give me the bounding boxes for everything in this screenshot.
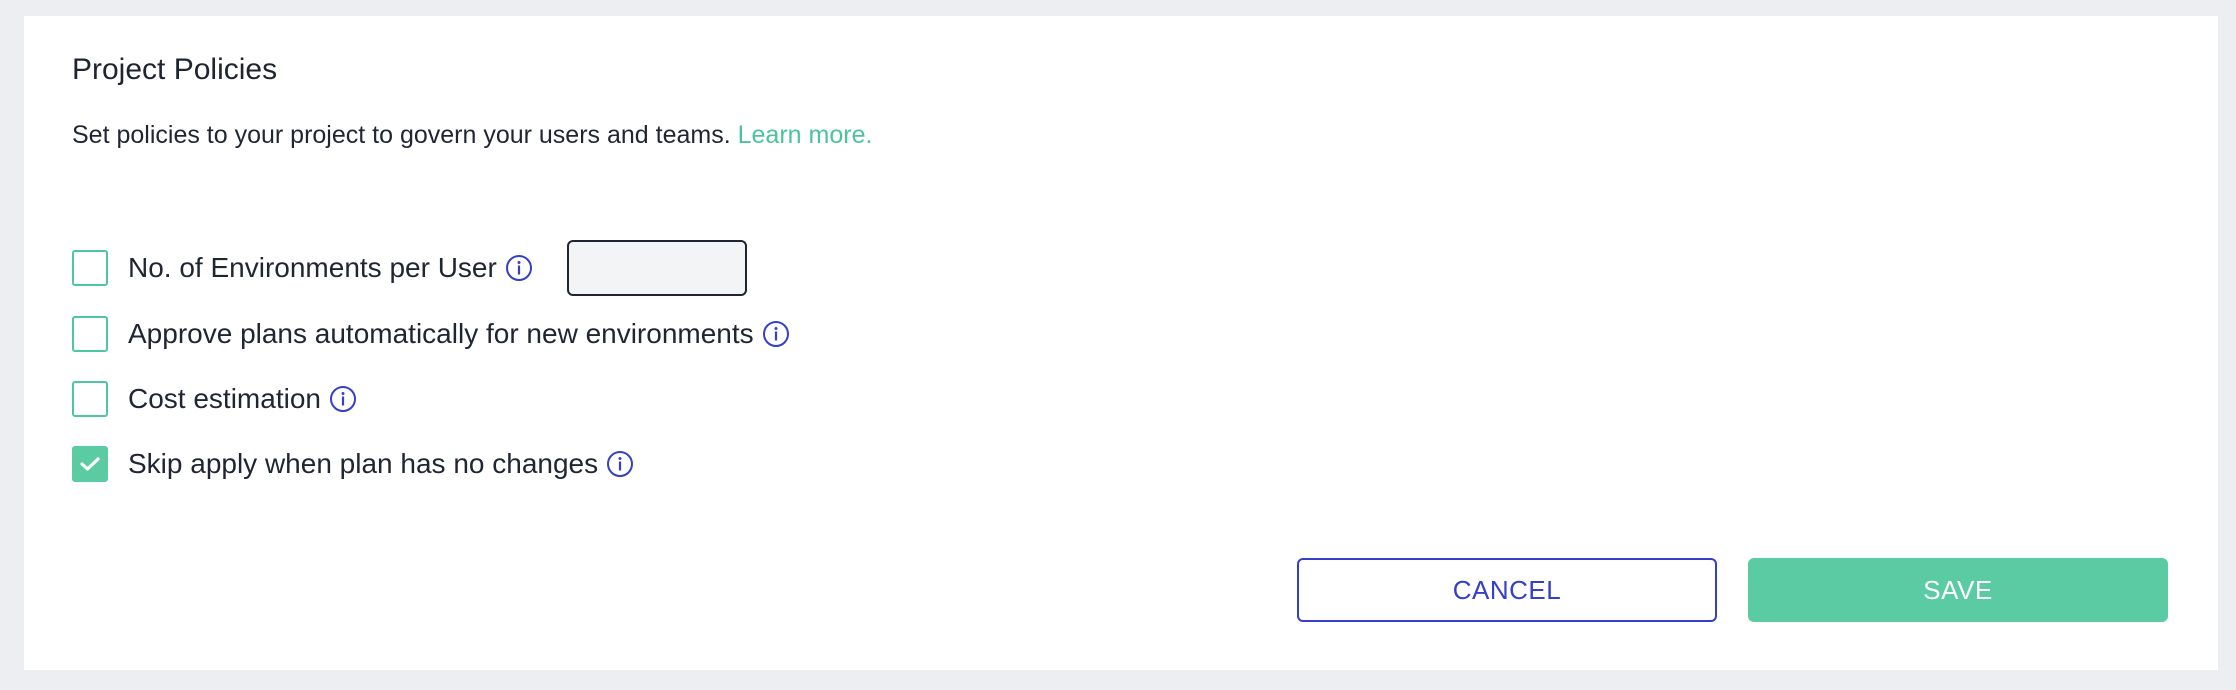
policy-auto-approve-plans: Approve plans automatically for new envi… [72,313,790,355]
learn-more-link[interactable]: Learn more. [738,121,873,149]
info-icon[interactable] [606,450,634,478]
project-policies-card: Project Policies Set policies to your pr… [24,16,2218,670]
save-button[interactable]: SAVE [1748,558,2168,622]
policy-label: Skip apply when plan has no changes [128,448,599,479]
info-icon[interactable] [329,385,357,413]
environments-per-user-input[interactable] [566,240,747,296]
policy-cost-estimation: Cost estimation [72,378,357,420]
checkmark-icon [80,457,100,471]
policy-checkbox-auto-approve-plans[interactable] [72,316,108,352]
info-icon[interactable] [505,254,533,282]
policy-checkbox-environments-per-user[interactable] [72,250,108,286]
policies-description: Set policies to your project to govern y… [72,120,872,150]
page-title: Project Policies [72,53,278,86]
policy-environments-per-user: No. of Environments per User [72,240,747,296]
policy-label: Approve plans automatically for new envi… [128,318,754,349]
info-icon[interactable] [762,320,790,348]
policy-label: Cost estimation [128,383,321,414]
description-text: Set policies to your project to govern y… [72,121,731,149]
policy-checkbox-cost-estimation[interactable] [72,381,108,417]
policy-checkbox-skip-apply-no-changes[interactable] [72,446,108,482]
policy-skip-apply-no-changes: Skip apply when plan has no changes [72,443,634,485]
policy-label: No. of Environments per User [128,252,497,283]
cancel-button[interactable]: CANCEL [1297,558,1717,622]
